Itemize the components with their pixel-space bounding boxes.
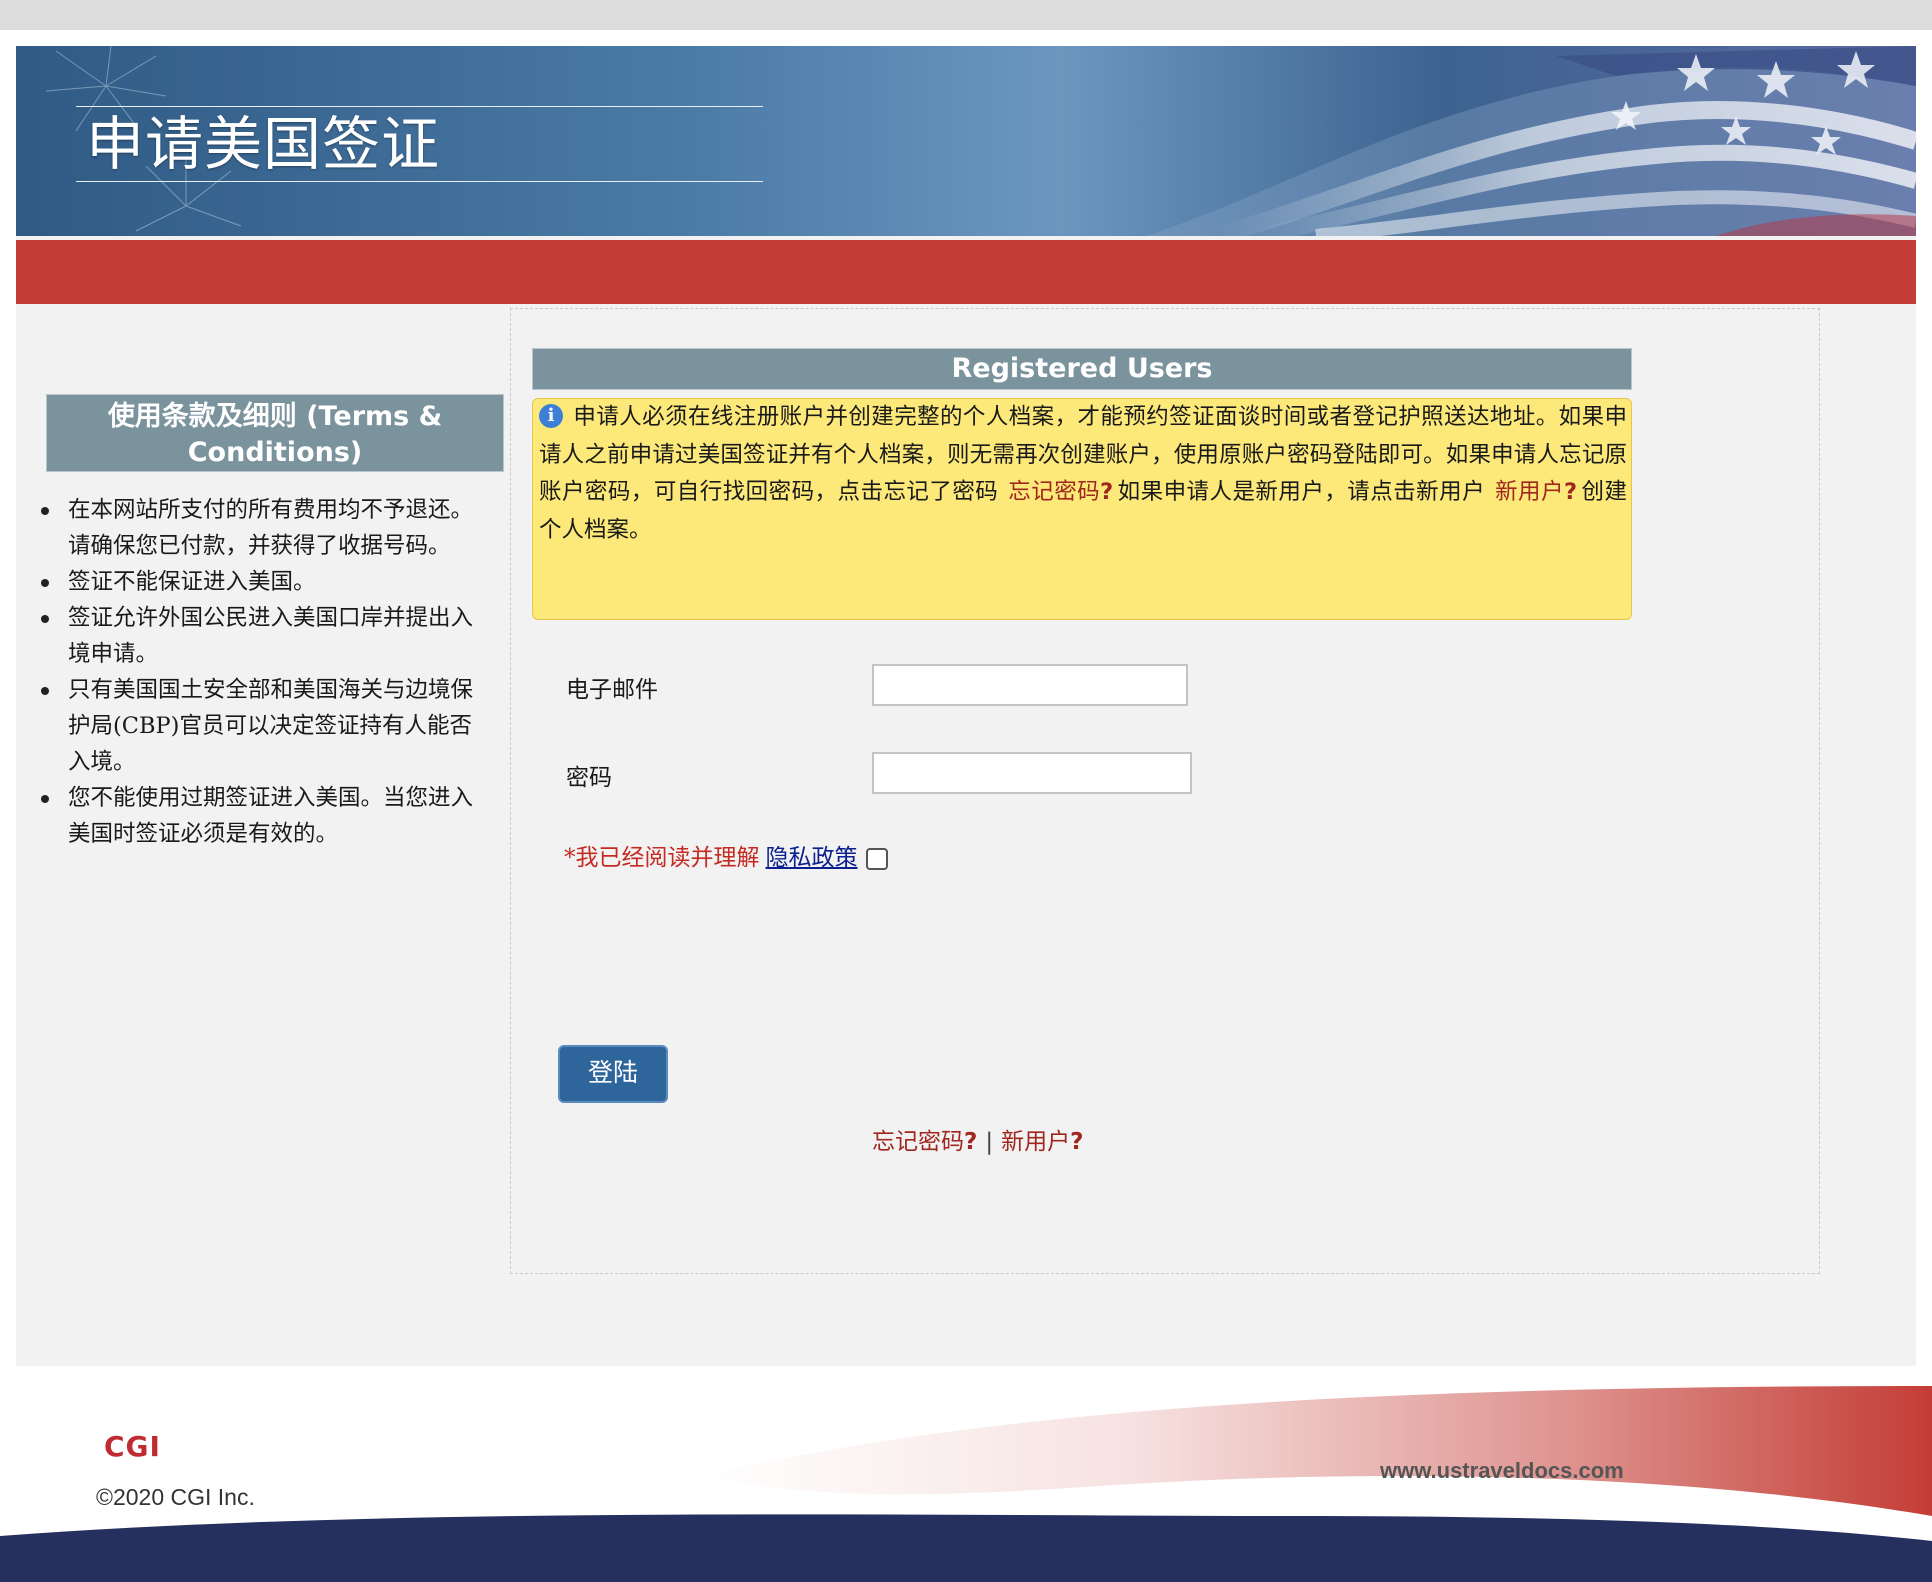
notice-forgot-password-link[interactable]: 忘记密码? bbox=[1008, 479, 1113, 505]
password-field[interactable] bbox=[872, 752, 1192, 794]
email-label: 电子邮件 bbox=[566, 677, 658, 703]
notice-new-user-link[interactable]: 新用户? bbox=[1495, 479, 1577, 505]
privacy-checkbox[interactable] bbox=[865, 848, 888, 870]
footer-swoosh-graphic bbox=[0, 1386, 1932, 1582]
footer: CGI ©2020 CGI Inc. www.ustraveldocs.com bbox=[0, 1366, 1932, 1582]
link-separator: | bbox=[985, 1129, 994, 1155]
cgi-logo: CGI bbox=[104, 1430, 161, 1463]
terms-item: 只有美国国土安全部和美国海关与边境保护局(CBP)官员可以决定签证持有人能否入境… bbox=[38, 672, 478, 780]
terms-list: 在本网站所支付的所有费用均不予退还。请确保您已付款，并获得了收据号码。 签证不能… bbox=[38, 492, 478, 852]
terms-item: 在本网站所支付的所有费用均不予退还。请确保您已付款，并获得了收据号码。 bbox=[38, 492, 478, 564]
browser-top-strip bbox=[0, 0, 1932, 30]
forgot-password-link[interactable]: 忘记密码? bbox=[872, 1129, 977, 1155]
new-user-link[interactable]: 新用户? bbox=[1001, 1129, 1083, 1155]
copyright-text: ©2020 CGI Inc. bbox=[96, 1484, 255, 1510]
american-flag-graphic bbox=[1146, 46, 1916, 236]
privacy-policy-link[interactable]: 隐私政策 bbox=[766, 845, 858, 871]
email-field[interactable] bbox=[872, 664, 1188, 706]
banner-title-frame: 申请美国签证 bbox=[76, 106, 763, 182]
header-banner: 申请美国签证 bbox=[16, 46, 1916, 236]
banner-title: 申请美国签证 bbox=[86, 110, 441, 178]
privacy-agreement-row: *我已经阅读并理解 隐私政策 bbox=[564, 842, 888, 874]
header-red-bar bbox=[16, 240, 1916, 304]
password-label: 密码 bbox=[566, 765, 612, 791]
info-icon: i bbox=[539, 404, 563, 428]
notice-text: 如果申请人是新用户，请点击新用户 bbox=[1117, 479, 1486, 505]
terms-item: 签证不能保证进入美国。 bbox=[38, 564, 478, 600]
login-button[interactable]: 登陆 bbox=[558, 1045, 668, 1103]
registered-users-heading: Registered Users bbox=[532, 348, 1632, 390]
terms-heading: 使用条款及细则 (Terms & Conditions) bbox=[46, 394, 504, 472]
terms-item: 您不能使用过期签证进入美国。当您进入美国时签证必须是有效的。 bbox=[38, 780, 478, 852]
footer-url: www.ustraveldocs.com bbox=[1380, 1458, 1624, 1483]
privacy-agreement-text: *我已经阅读并理解 bbox=[564, 845, 760, 871]
terms-item: 签证允许外国公民进入美国口岸并提出入境申请。 bbox=[38, 600, 478, 672]
account-links: 忘记密码? | 新用户? bbox=[872, 1122, 1083, 1156]
info-notice: i 申请人必须在线注册账户并创建完整的个人档案，才能预约签证面谈时间或者登记护照送… bbox=[532, 398, 1632, 620]
